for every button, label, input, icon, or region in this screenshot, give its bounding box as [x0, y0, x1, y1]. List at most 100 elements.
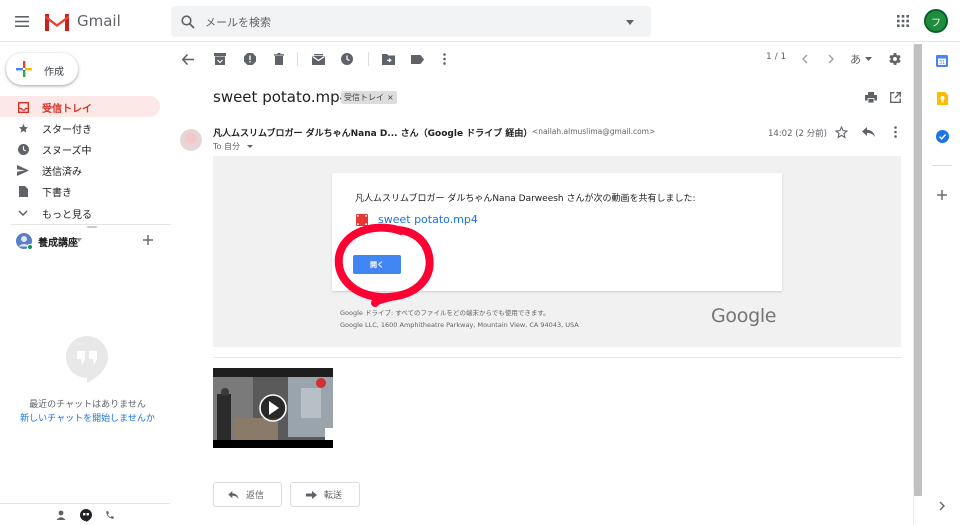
snooze-icon[interactable]	[340, 52, 354, 66]
recipient-details[interactable]: To 自分	[213, 141, 253, 152]
red-annotation-circle	[334, 223, 434, 307]
mark-unread-icon[interactable]	[311, 52, 325, 66]
archive-icon[interactable]	[213, 52, 227, 66]
search-bar[interactable]: メールを検索	[171, 6, 651, 37]
compose-button[interactable]: 作成	[6, 53, 78, 85]
main-menu-icon[interactable]	[14, 13, 30, 29]
search-input[interactable]: メールを検索	[205, 14, 271, 30]
print-icon[interactable]	[864, 90, 878, 104]
sidebar-item-more[interactable]: もっと見る	[0, 202, 160, 223]
caret-down-icon[interactable]	[76, 237, 82, 243]
sidebar-item-label: 送信済み	[42, 167, 82, 178]
hangouts-icon[interactable]	[79, 508, 93, 522]
google-address-text: Google LLC, 1600 Amphitheatre Parkway, M…	[340, 321, 579, 329]
hangouts-user-name: 養成講座	[38, 238, 78, 249]
message-more-icon[interactable]	[888, 125, 902, 139]
gmail-logo-icon[interactable]	[44, 12, 70, 31]
sender-name[interactable]: 凡人ムスリムブロガー ダルちゃんNana D... さん（Google ドライブ…	[213, 126, 532, 139]
video-preview-image	[213, 368, 333, 448]
sidebar-item-label: スヌーズ中	[42, 146, 92, 157]
sidebar-item-starred[interactable]: スター付き	[0, 117, 160, 138]
divider	[0, 503, 170, 504]
top-bar: Gmail メールを検索 フ	[0, 0, 960, 42]
input-tools-button[interactable]: あ	[850, 51, 861, 67]
drive-footer-text: Google ドライブ: すべてのファイルをどの端末からでも使用できます。	[340, 309, 550, 317]
sidebar-item-sent[interactable]: 送信済み	[0, 159, 160, 180]
sidebar-item-label: 受信トレイ	[42, 104, 92, 115]
apps-grid-icon[interactable]	[896, 14, 910, 28]
more-vert-icon[interactable]	[437, 52, 451, 66]
search-options-icon[interactable]	[625, 18, 635, 26]
label-icon[interactable]	[410, 52, 424, 66]
star-outline-icon[interactable]	[834, 125, 848, 139]
person-icon[interactable]	[55, 509, 67, 521]
label-chip-text: 受信トレイ	[344, 93, 384, 102]
input-tools-caret-icon[interactable]	[864, 56, 872, 62]
sender-email: <nailah.almuslima@gmail.com>	[532, 127, 656, 136]
hangouts-logo-icon	[66, 336, 108, 384]
clock-icon	[17, 143, 29, 155]
inbox-icon	[17, 101, 29, 113]
google-logo: Google	[711, 305, 777, 327]
side-panel-divider	[932, 165, 952, 166]
newer-chevron-icon[interactable]	[798, 52, 812, 66]
send-icon	[17, 164, 29, 176]
report-spam-icon[interactable]	[243, 52, 257, 66]
tasks-icon[interactable]	[935, 129, 949, 143]
forward-button[interactable]: 転送	[290, 482, 360, 507]
recipient-text: To 自分	[213, 142, 240, 151]
expand-side-panel-icon[interactable]	[935, 499, 949, 513]
svg-text:31: 31	[939, 60, 945, 66]
older-chevron-icon[interactable]	[824, 52, 838, 66]
calendar-icon[interactable]: 31	[935, 54, 949, 68]
draft-icon	[17, 185, 29, 197]
plus-icon	[16, 61, 32, 77]
phone-icon[interactable]	[104, 509, 116, 521]
app-name: Gmail	[77, 12, 121, 30]
resize-handle[interactable]	[87, 226, 97, 228]
inbox-label-chip[interactable]: 受信トレイ ×	[341, 91, 397, 104]
message-time: 14:02 (2 分前)	[768, 129, 827, 139]
chevron-down-icon	[17, 207, 29, 219]
start-chat-link[interactable]: 新しいチャットを開始しませんか	[0, 411, 175, 424]
move-to-icon[interactable]	[381, 52, 395, 66]
forward-icon	[305, 490, 317, 500]
reply-label: 返信	[246, 490, 265, 500]
add-chat-icon[interactable]	[142, 234, 154, 246]
keep-icon[interactable]	[935, 91, 949, 105]
sidebar-item-label: もっと見る	[42, 210, 92, 221]
remove-label-icon[interactable]: ×	[387, 93, 394, 102]
sidebar-item-label: スター付き	[42, 125, 92, 136]
sender-avatar[interactable]	[180, 129, 202, 151]
search-icon[interactable]	[180, 14, 195, 29]
forward-label: 転送	[324, 490, 343, 500]
toolbar-divider	[297, 52, 298, 66]
sidebar-item-drafts[interactable]: 下書き	[0, 180, 160, 201]
sidebar-item-inbox[interactable]: 受信トレイ	[0, 96, 160, 117]
recipient-caret-icon[interactable]	[246, 145, 253, 148]
chat-empty-text: 最近のチャットはありません	[29, 400, 146, 410]
sidebar-item-label: 下書き	[42, 188, 72, 199]
reply-button[interactable]: 返信	[213, 482, 282, 507]
star-icon	[17, 122, 29, 134]
open-in-new-window-icon[interactable]	[888, 90, 902, 104]
reply-icon[interactable]	[861, 125, 875, 139]
toolbar-divider	[368, 52, 369, 66]
hangouts-user-row[interactable]: 養成講座	[0, 229, 170, 253]
account-avatar[interactable]: フ	[924, 9, 948, 33]
pagination-text: 1 / 1	[766, 52, 787, 62]
scrollbar-thumb[interactable]	[914, 44, 922, 496]
video-attachment-thumbnail[interactable]	[213, 368, 333, 448]
divider	[11, 224, 171, 225]
user-avatar-icon	[15, 232, 33, 250]
avatar-letter: フ	[931, 17, 941, 29]
settings-gear-icon[interactable]	[887, 51, 903, 67]
reply-icon	[227, 490, 239, 500]
attachment-divider	[213, 357, 901, 358]
share-message: 凡人ムスリムブロガー ダルちゃんNana Darweesh さんが次の動画を共有…	[355, 194, 696, 204]
back-icon[interactable]	[181, 52, 195, 66]
sidebar-item-snoozed[interactable]: スヌーズ中	[0, 138, 160, 159]
get-addons-plus-icon[interactable]	[935, 188, 949, 202]
delete-icon[interactable]	[272, 52, 286, 66]
email-subject: sweet potato.mp4	[213, 88, 350, 106]
